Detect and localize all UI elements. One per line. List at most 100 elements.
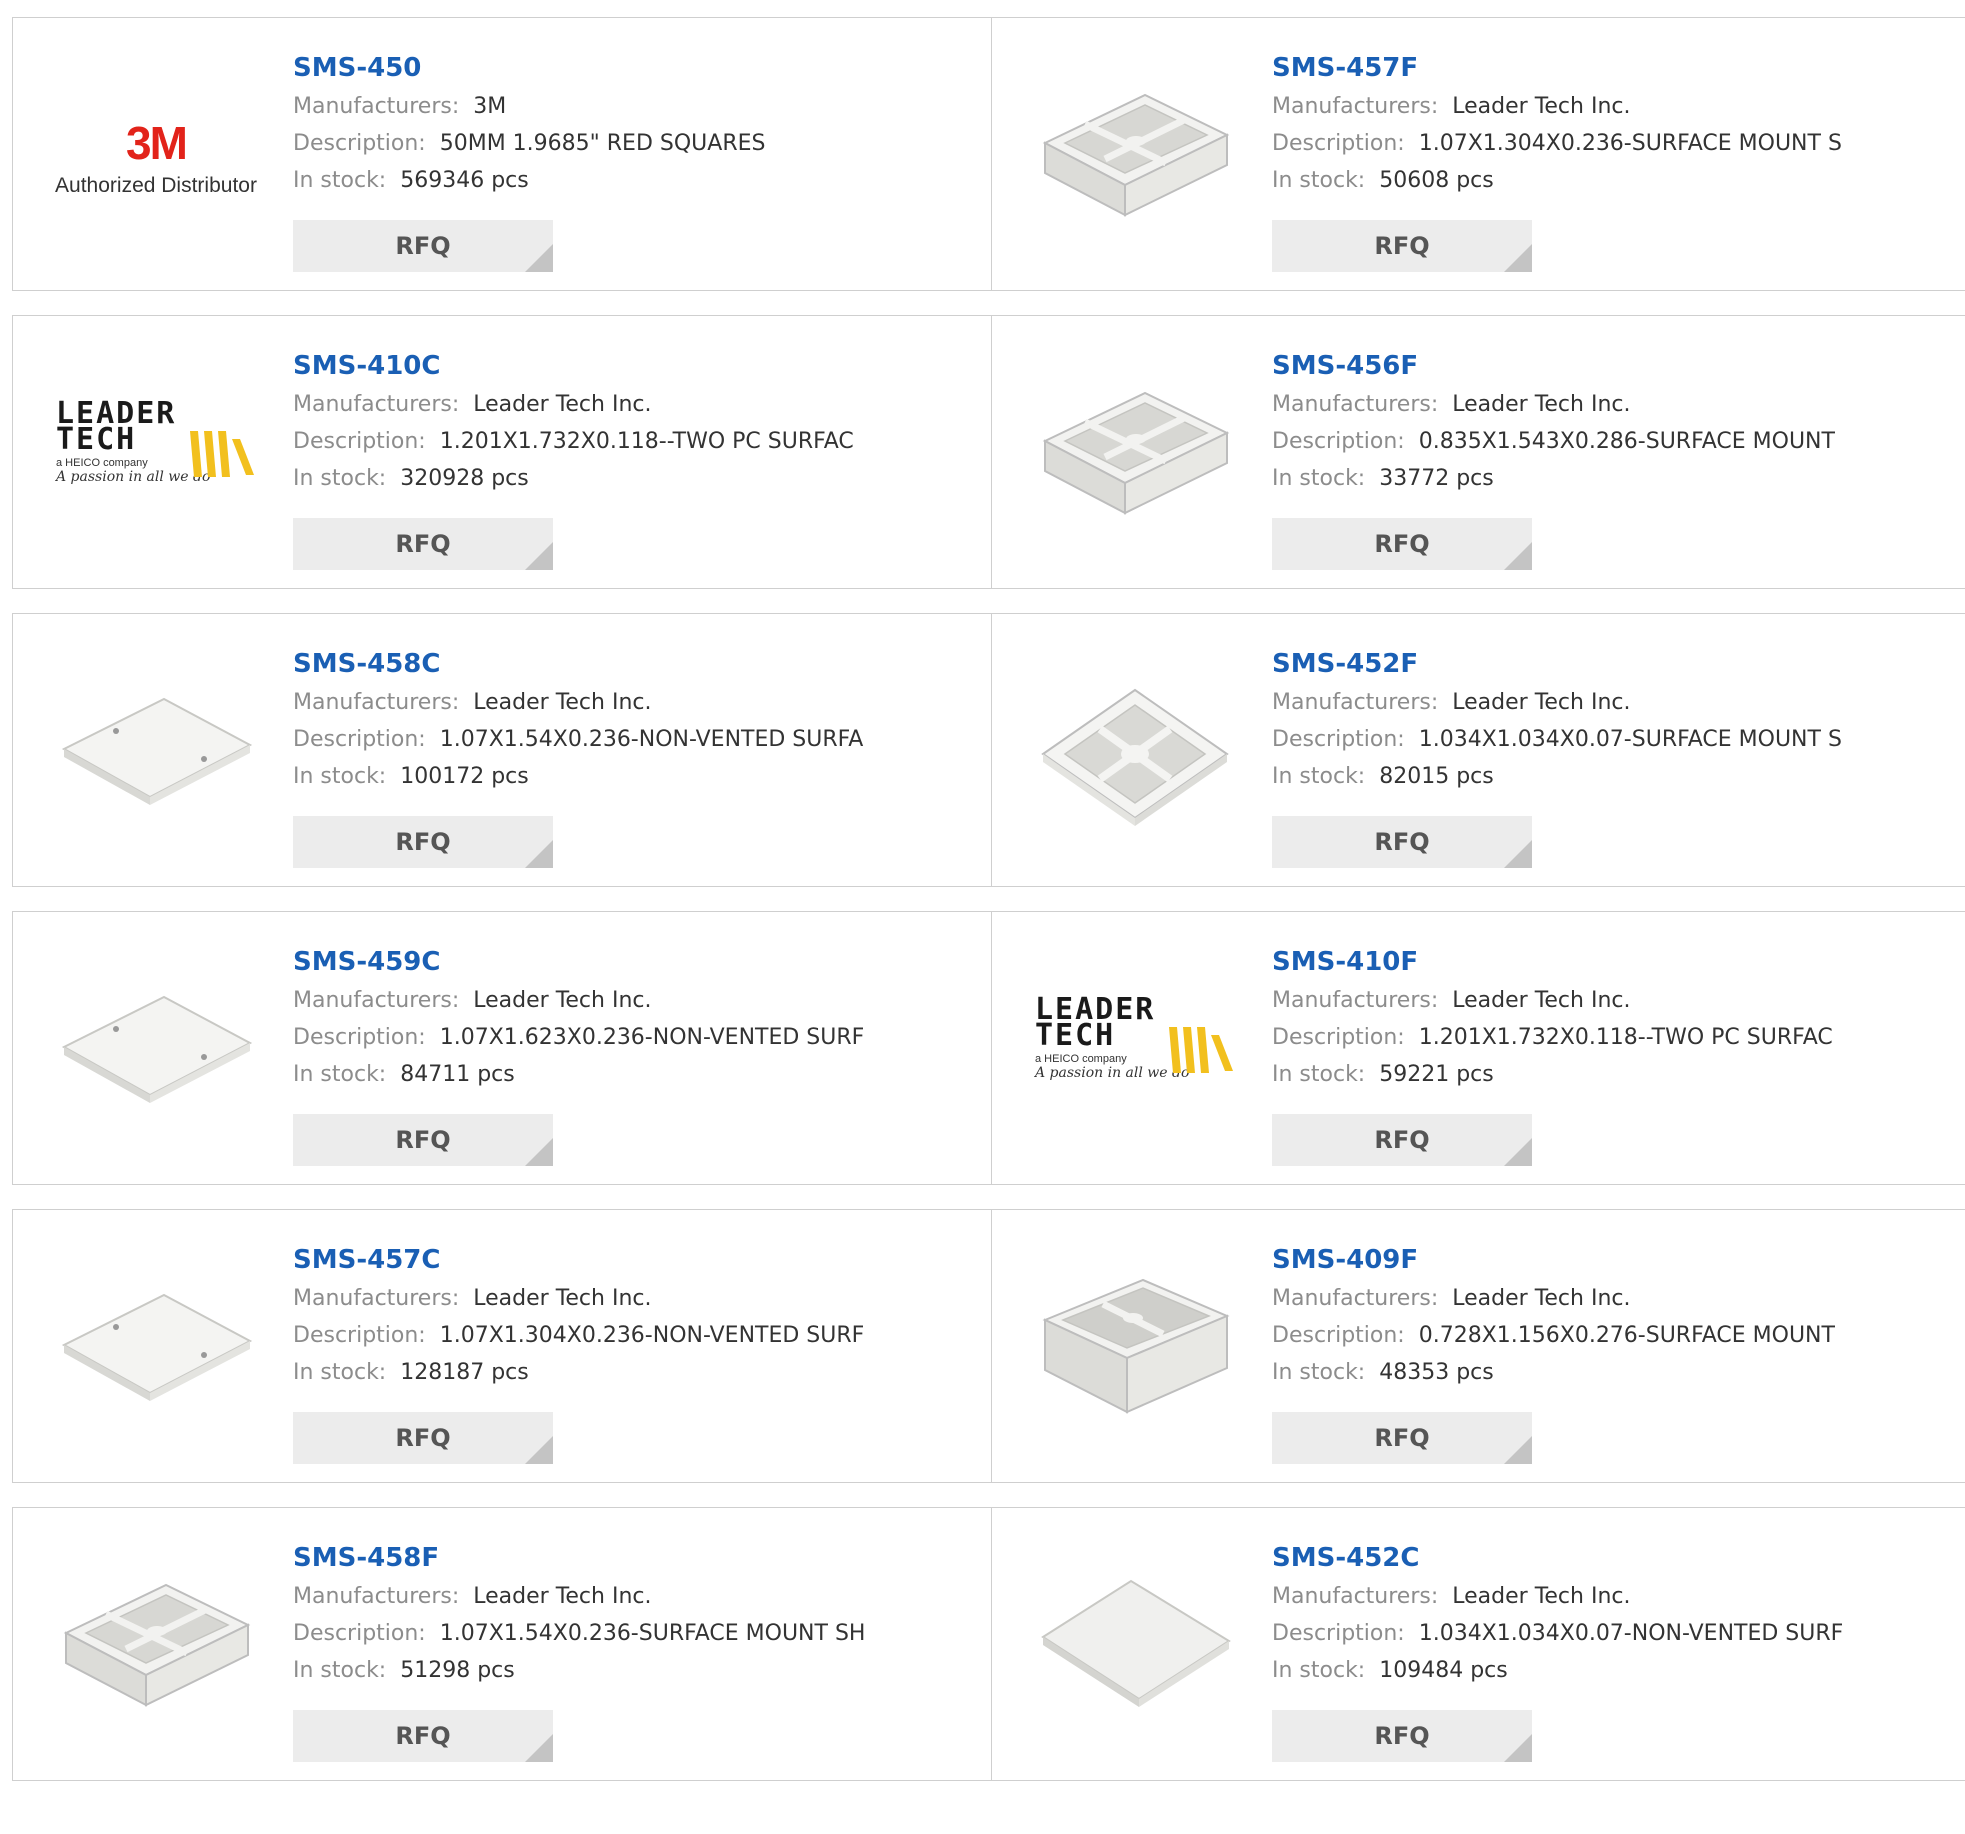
product-info: SMS-458F Manufacturers: Leader Tech Inc. … [293, 1538, 973, 1689]
product-info: SMS-410F Manufacturers: Leader Tech Inc. … [1272, 942, 1952, 1093]
manufacturer-row: Manufacturers: Leader Tech Inc. [293, 1280, 973, 1317]
product-card: SMS-456F Manufacturers: Leader Tech Inc. … [991, 316, 1965, 588]
product-image[interactable] [1030, 356, 1240, 556]
product-row: SMS-457C Manufacturers: Leader Tech Inc. … [12, 1209, 1965, 1483]
stock-value: 320928 pcs [400, 466, 529, 491]
product-image[interactable] [1030, 58, 1240, 258]
shield-cover-icon [61, 697, 253, 805]
rfq-button[interactable]: RFQ [1272, 816, 1532, 868]
stock-value: 109484 pcs [1379, 1658, 1508, 1683]
stock-value: 48353 pcs [1379, 1360, 1494, 1385]
description-label: Description: [293, 1323, 426, 1348]
stock-row: In stock: 48353 pcs [1272, 1354, 1952, 1391]
stock-label: In stock: [1272, 1658, 1366, 1683]
rfq-button[interactable]: RFQ [293, 1114, 553, 1166]
part-number-link[interactable]: SMS-452F [1272, 644, 1952, 684]
shield-frame-icon [1042, 93, 1230, 217]
part-number-link[interactable]: SMS-458F [293, 1538, 973, 1578]
manufacturer-value: Leader Tech Inc. [473, 988, 652, 1013]
manufacturer-row: Manufacturers: Leader Tech Inc. [1272, 1280, 1952, 1317]
rfq-button[interactable]: RFQ [1272, 1412, 1532, 1464]
rfq-button[interactable]: RFQ [293, 1412, 553, 1464]
description-value: 1.07X1.54X0.236-SURFACE MOUNT SH [439, 1621, 866, 1646]
rfq-button[interactable]: RFQ [293, 816, 553, 868]
description-row: Description: 1.07X1.304X0.236-SURFACE MOU… [1272, 125, 1952, 162]
shield-cover-icon [61, 995, 253, 1103]
description-label: Description: [1272, 131, 1405, 156]
corner-triangle-icon [525, 1734, 553, 1762]
stock-value: 51298 pcs [400, 1658, 515, 1683]
product-image[interactable] [51, 654, 261, 854]
stock-row: In stock: 82015 pcs [1272, 758, 1952, 795]
product-image[interactable]: 3M Authorized Distributor [51, 58, 261, 258]
product-card: SMS-458C Manufacturers: Leader Tech Inc. … [13, 614, 991, 886]
part-number-link[interactable]: SMS-409F [1272, 1240, 1952, 1280]
product-card: SMS-409F Manufacturers: Leader Tech Inc. … [991, 1210, 1965, 1482]
product-image[interactable] [51, 1250, 261, 1450]
leader-tech-logo: LEADER TECH a HEICO company A passion in… [1035, 995, 1235, 1107]
product-image[interactable] [1030, 1548, 1240, 1748]
manufacturer-value: Leader Tech Inc. [1452, 94, 1631, 119]
corner-triangle-icon [1504, 244, 1532, 272]
rfq-button[interactable]: RFQ [293, 1710, 553, 1762]
product-image[interactable] [51, 952, 261, 1152]
product-image[interactable] [51, 1548, 261, 1748]
description-row: Description: 1.07X1.304X0.236-NON-VENTED … [293, 1317, 973, 1354]
part-number-link[interactable]: SMS-458C [293, 644, 973, 684]
manufacturer-value: Leader Tech Inc. [1452, 392, 1631, 417]
manufacturer-value: 3M [473, 94, 507, 119]
rfq-button[interactable]: RFQ [293, 518, 553, 570]
rfq-button[interactable]: RFQ [1272, 1114, 1532, 1166]
manufacturer-label: Manufacturers: [1272, 392, 1439, 417]
part-number-link[interactable]: SMS-452C [1272, 1538, 1952, 1578]
description-label: Description: [1272, 1025, 1405, 1050]
description-row: Description: 1.034X1.034X0.07-NON-VENTED … [1272, 1615, 1952, 1652]
product-image[interactable] [1030, 1250, 1240, 1450]
product-row: SMS-458F Manufacturers: Leader Tech Inc. … [12, 1507, 1965, 1781]
part-number-link[interactable]: SMS-410C [293, 346, 973, 386]
stock-row: In stock: 50608 pcs [1272, 162, 1952, 199]
part-number-link[interactable]: SMS-457F [1272, 48, 1952, 88]
description-label: Description: [293, 1621, 426, 1646]
manufacturer-label: Manufacturers: [293, 94, 460, 119]
shield-cover-icon [61, 1293, 253, 1401]
product-card: SMS-457F Manufacturers: Leader Tech Inc. … [991, 18, 1965, 290]
corner-triangle-icon [1504, 1138, 1532, 1166]
part-number-link[interactable]: SMS-450 [293, 48, 973, 88]
stock-label: In stock: [293, 1360, 387, 1385]
stock-value: 82015 pcs [1379, 764, 1494, 789]
part-number-link[interactable]: SMS-456F [1272, 346, 1952, 386]
part-number-link[interactable]: SMS-457C [293, 1240, 973, 1280]
product-row: 3M Authorized Distributor SMS-450 Manufa… [12, 17, 1965, 291]
manufacturer-row: Manufacturers: Leader Tech Inc. [293, 684, 973, 721]
corner-triangle-icon [525, 840, 553, 868]
part-number-link[interactable]: SMS-410F [1272, 942, 1952, 982]
stock-label: In stock: [293, 1062, 387, 1087]
manufacturer-value: Leader Tech Inc. [1452, 988, 1631, 1013]
rfq-button[interactable]: RFQ [293, 220, 553, 272]
3m-mark: 3M [126, 117, 188, 169]
manufacturer-row: Manufacturers: Leader Tech Inc. [293, 1578, 973, 1615]
stock-row: In stock: 320928 pcs [293, 460, 973, 497]
manufacturer-value: Leader Tech Inc. [473, 392, 652, 417]
manufacturer-row: Manufacturers: Leader Tech Inc. [1272, 982, 1952, 1019]
rfq-button[interactable]: RFQ [1272, 518, 1532, 570]
product-image[interactable]: LEADER TECH a HEICO company A passion in… [1030, 952, 1240, 1152]
manufacturer-label: Manufacturers: [293, 392, 460, 417]
corner-triangle-icon [525, 542, 553, 570]
description-value: 0.835X1.543X0.286-SURFACE MOUNT [1418, 429, 1835, 454]
description-row: Description: 1.07X1.54X0.236-SURFACE MOUN… [293, 1615, 973, 1652]
product-image[interactable]: LEADER TECH a HEICO company A passion in… [51, 356, 261, 556]
rfq-label: RFQ [395, 232, 451, 260]
stock-value: 50608 pcs [1379, 168, 1494, 193]
rfq-button[interactable]: RFQ [1272, 1710, 1532, 1762]
product-row: LEADER TECH a HEICO company A passion in… [12, 315, 1965, 589]
shield-frame-icon [1041, 688, 1229, 826]
stock-label: In stock: [1272, 1360, 1366, 1385]
part-number-link[interactable]: SMS-459C [293, 942, 973, 982]
rfq-label: RFQ [1374, 1722, 1430, 1750]
rfq-button[interactable]: RFQ [1272, 220, 1532, 272]
description-row: Description: 1.07X1.54X0.236-NON-VENTED S… [293, 721, 973, 758]
stock-row: In stock: 33772 pcs [1272, 460, 1952, 497]
product-image[interactable] [1030, 654, 1240, 854]
